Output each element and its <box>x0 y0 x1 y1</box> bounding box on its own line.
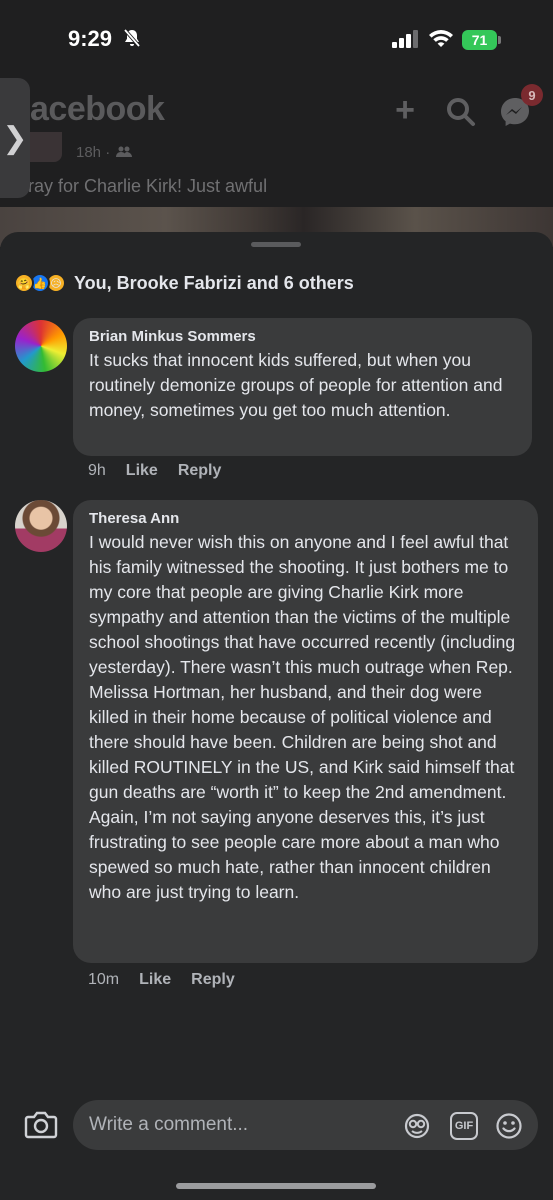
comment-author[interactable]: Brian Minkus Sommers <box>89 328 516 345</box>
sheet-drag-handle[interactable] <box>251 242 301 247</box>
like-button[interactable]: Like <box>139 971 171 989</box>
plus-icon[interactable]: + <box>388 93 422 129</box>
comment-composer: Write a comment... GIF <box>0 1092 553 1158</box>
comment-input-placeholder: Write a comment... <box>89 1114 249 1135</box>
comment-actions: 10m Like Reply <box>88 971 235 989</box>
post-meta: 18h · <box>76 144 133 161</box>
emoji-icon[interactable] <box>495 1112 523 1140</box>
post-meta-text: 18h · <box>76 144 111 161</box>
avatar-sticker-icon[interactable] <box>403 1112 431 1140</box>
battery-tip <box>498 36 501 44</box>
gif-icon[interactable]: GIF <box>450 1112 478 1140</box>
reply-button[interactable]: Reply <box>191 971 235 989</box>
friends-icon <box>116 146 133 157</box>
bell-off-icon <box>123 28 141 48</box>
post-text: ray for Charlie Kirk! Just awful <box>28 176 268 196</box>
comment-input[interactable]: Write a comment... GIF <box>73 1100 538 1150</box>
gif-label: GIF <box>454 1120 474 1132</box>
avatar[interactable] <box>15 320 67 372</box>
comment-time: 9h <box>88 462 106 479</box>
comment-bubble[interactable]: Brian Minkus Sommers It sucks that innoc… <box>73 318 532 456</box>
reply-button[interactable]: Reply <box>178 462 222 480</box>
chevron-right-icon: ❯ <box>2 121 28 155</box>
comment-bubble[interactable]: Theresa Ann I would never wish this on a… <box>73 500 538 963</box>
home-indicator[interactable] <box>176 1183 376 1189</box>
reactions-summary[interactable]: 🤗 👍 😥 You, Brooke Fabrizi and 6 others <box>14 270 354 296</box>
battery-level: 71 <box>462 30 497 50</box>
screen: acebook + 9 18h · ray for Charlie Kirk! … <box>0 0 553 1200</box>
camera-icon[interactable] <box>24 1110 58 1140</box>
care-reaction-icon: 🤗 <box>14 273 34 293</box>
comment-time: 10m <box>88 971 120 988</box>
status-time: 9:29 <box>68 26 113 51</box>
comments-sheet: 🤗 👍 😥 You, Brooke Fabrizi and 6 others B… <box>0 232 553 1200</box>
cellular-signal-icon <box>392 30 418 48</box>
like-button[interactable]: Like <box>126 462 158 480</box>
messenger-badge: 9 <box>521 84 543 106</box>
search-icon[interactable] <box>444 95 478 129</box>
reactions-text: You, Brooke Fabrizi and 6 others <box>74 272 354 293</box>
wifi-icon <box>429 30 453 47</box>
battery-indicator: 71 <box>462 30 502 50</box>
comment-text: I would never wish this on anyone and I … <box>89 532 516 902</box>
facebook-logo: acebook <box>30 90 165 128</box>
side-panel-tab[interactable]: ❯ <box>0 78 30 198</box>
comment-actions: 9h Like Reply <box>88 462 221 480</box>
avatar[interactable] <box>15 500 67 552</box>
comment-text: It sucks that innocent kids suffered, bu… <box>89 350 503 420</box>
comment-author[interactable]: Theresa Ann <box>89 510 522 527</box>
status-bar: 9:29 71 <box>0 0 553 80</box>
